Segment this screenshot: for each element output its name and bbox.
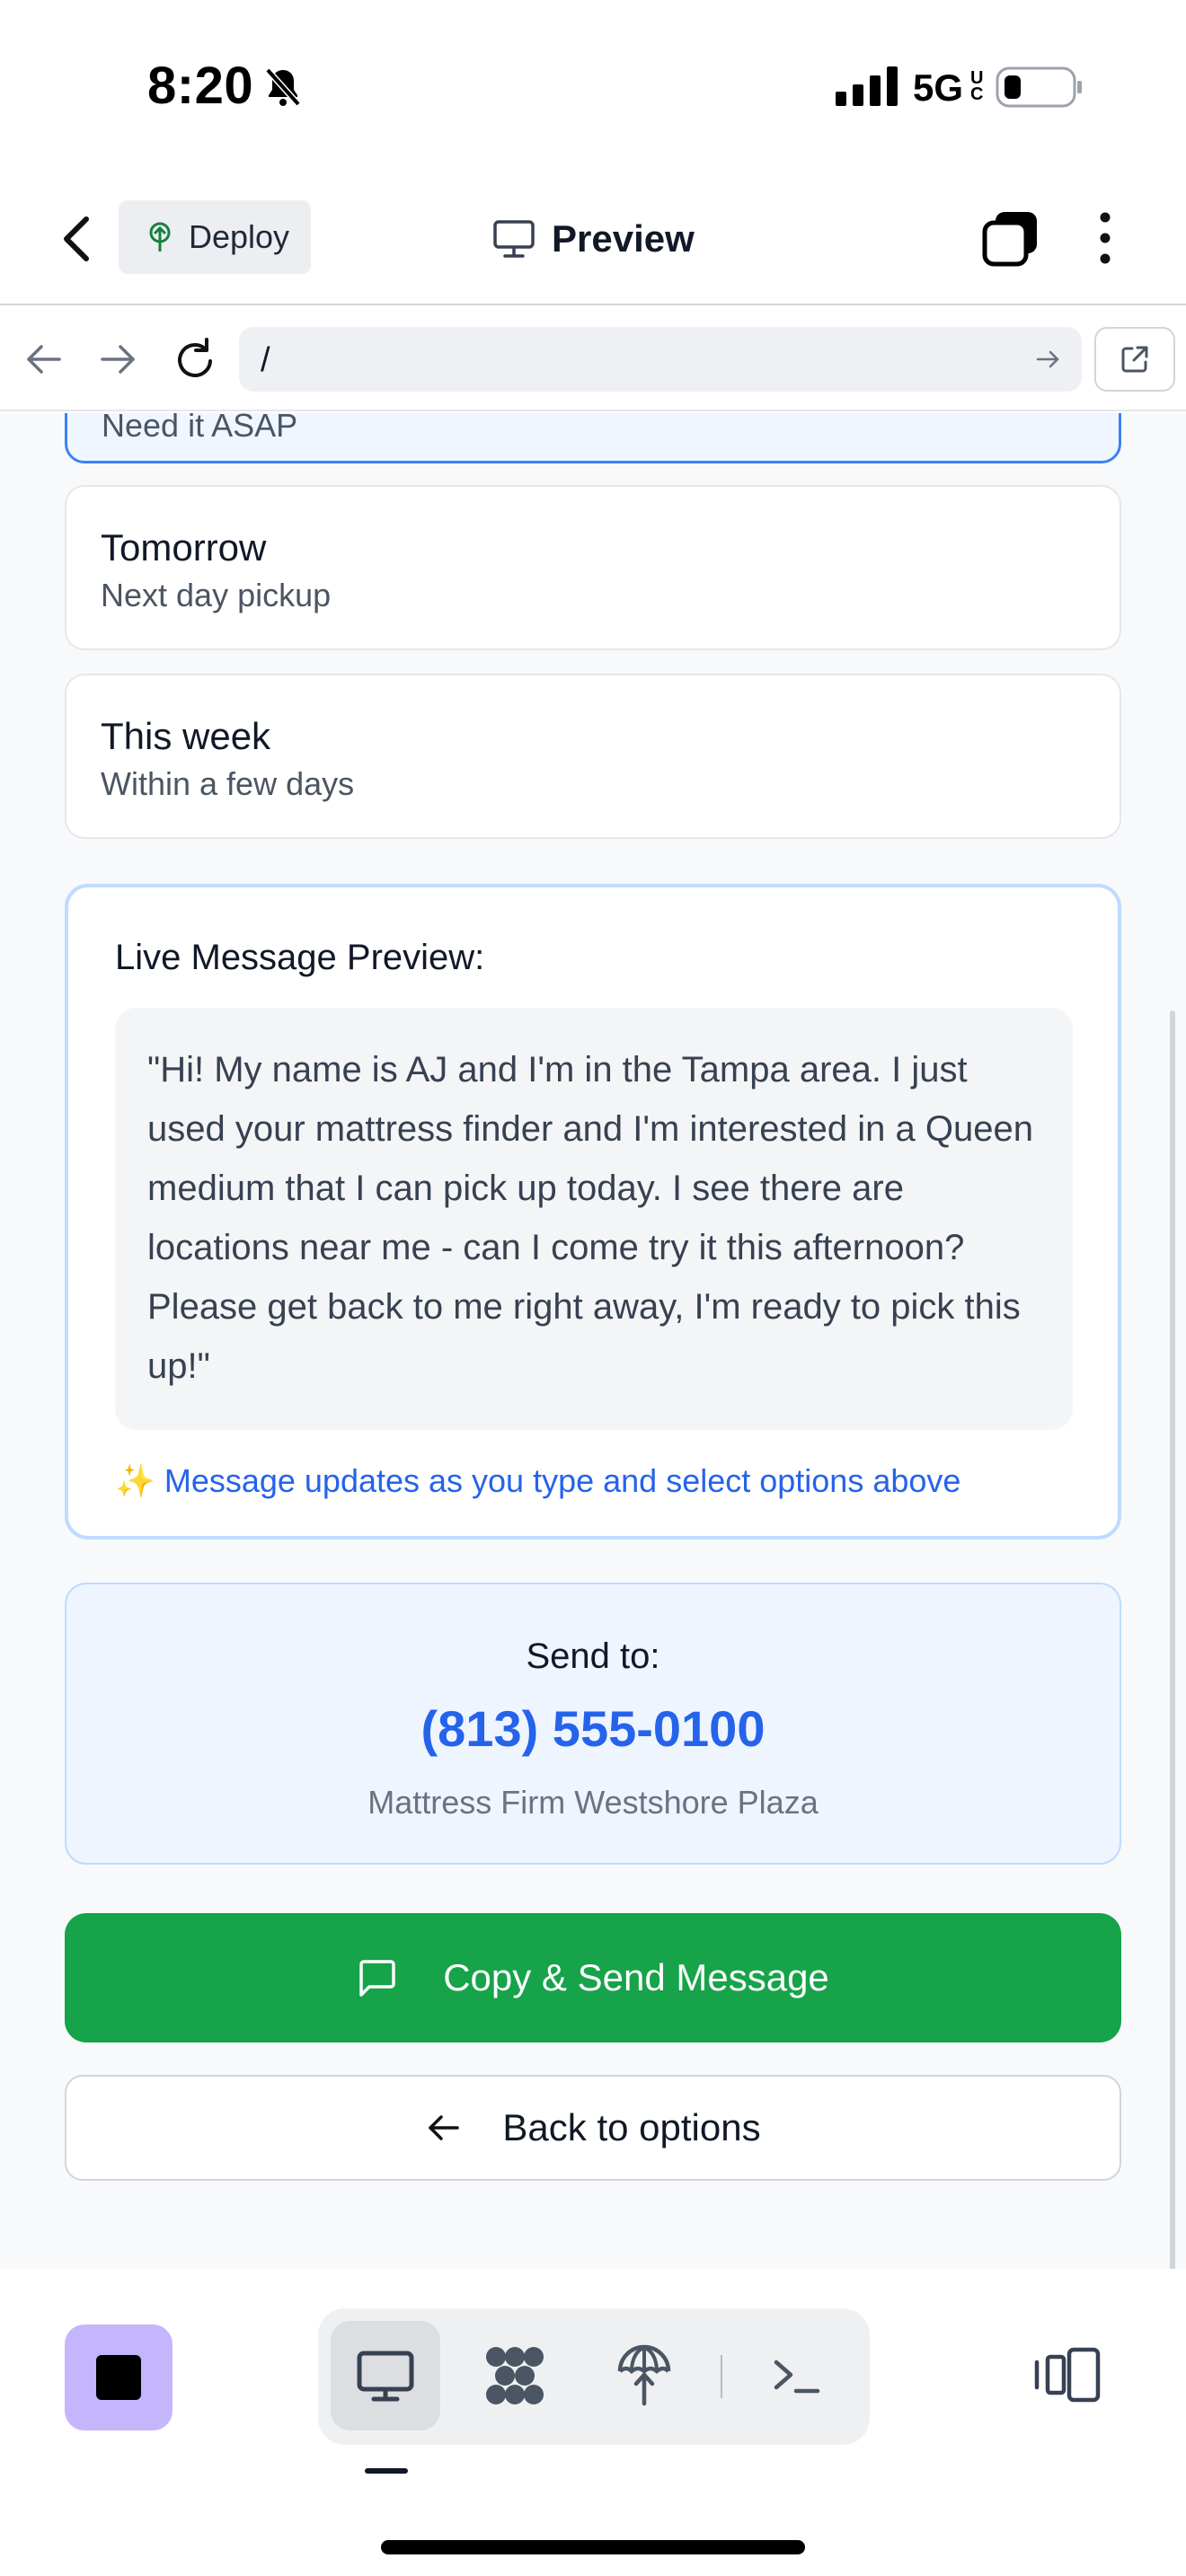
page-title-text: Preview [552, 217, 695, 260]
cellular-signal-icon [836, 66, 898, 106]
back-to-options-button[interactable]: Back to options [65, 2075, 1121, 2181]
monitor-icon [493, 220, 535, 258]
back-to-options-label: Back to options [502, 2106, 761, 2148]
monitor-icon [357, 2351, 414, 2402]
message-square-icon [359, 1960, 395, 1997]
option-card-this-week[interactable]: This week Within a few days [65, 674, 1121, 839]
option-card-tomorrow[interactable]: Tomorrow Next day pickup [65, 485, 1121, 650]
deploy-tool-button[interactable] [589, 2321, 699, 2430]
app-header: Deploy Preview [0, 171, 1186, 305]
option-title: Tomorrow [101, 526, 267, 569]
preview-label: Live Message Preview: [115, 938, 485, 977]
tool-switcher [318, 2308, 870, 2445]
external-link-icon [1121, 346, 1148, 373]
shell-tool-button[interactable] [742, 2321, 852, 2430]
open-external-button[interactable] [1094, 327, 1175, 392]
arrow-right-icon[interactable] [97, 340, 140, 379]
bottom-toolbar [0, 2269, 1186, 2576]
split-view-icon[interactable] [1033, 2346, 1102, 2404]
back-chevron-icon[interactable] [56, 212, 97, 266]
workspace-tool-button[interactable] [460, 2321, 570, 2430]
url-text: / [261, 341, 270, 379]
option-title: This week [101, 715, 271, 757]
send-to-card: Send to: (813) 555-0100 Mattress Firm We… [65, 1583, 1121, 1865]
stop-square-icon [96, 2355, 141, 2400]
more-options-icon[interactable] [1087, 208, 1123, 268]
page-content: Need it ASAP Tomorrow Next day pickup Th… [0, 413, 1186, 2269]
arrow-left-icon[interactable] [22, 340, 65, 379]
terminal-icon [774, 2360, 820, 2394]
deploy-icon [617, 2344, 671, 2406]
toolbar-divider [721, 2355, 722, 2398]
update-note: ✨ Message updates as you type and select… [115, 1462, 961, 1499]
send-to-phone[interactable]: (813) 555-0100 [66, 1699, 1120, 1758]
deploy-label: Deploy [189, 218, 290, 255]
network-type: 5G [913, 66, 964, 109]
browser-bar: / [0, 307, 1186, 411]
bell-slash-icon [265, 67, 301, 107]
deploy-icon [149, 222, 171, 251]
page-title: Preview [492, 210, 695, 268]
home-indicator [381, 2540, 805, 2554]
status-time: 8:20 [147, 57, 254, 115]
reload-icon[interactable] [173, 334, 219, 384]
battery-low-icon [996, 66, 1082, 108]
message-preview-box: "Hi! My name is AJ and I'm in the Tampa … [115, 1008, 1073, 1430]
option-subtitle: Within a few days [101, 765, 355, 802]
send-to-store: Mattress Firm Westshore Plaza [367, 1784, 819, 1821]
network-suffix: UC [970, 68, 984, 104]
active-tool-indicator [365, 2468, 408, 2474]
message-preview-text: "Hi! My name is AJ and I'm in the Tampa … [147, 1050, 1033, 1386]
arrow-left-icon [429, 2115, 460, 2140]
option-card-today[interactable]: Need it ASAP [65, 413, 1121, 463]
deploy-button[interactable]: Deploy [119, 200, 311, 274]
go-arrow-icon[interactable] [1035, 347, 1062, 372]
option-subtitle: Next day pickup [101, 577, 332, 613]
copy-send-button[interactable]: Copy & Send Message [65, 1913, 1121, 2042]
url-input[interactable]: / [239, 327, 1082, 392]
preview-tool-button[interactable] [331, 2321, 440, 2430]
option-subtitle: Need it ASAP [102, 413, 298, 444]
status-bar: 8:20 5G UC [0, 0, 1186, 171]
copy-send-label: Copy & Send Message [443, 1956, 829, 1998]
cluster-icon [486, 2347, 544, 2404]
scrollbar[interactable] [1170, 1010, 1175, 2269]
agent-button[interactable] [65, 2325, 173, 2430]
tabs-icon[interactable] [981, 208, 1040, 268]
send-to-label: Send to: [526, 1636, 660, 1676]
message-preview-card: Live Message Preview: "Hi! My name is AJ… [65, 884, 1121, 1539]
